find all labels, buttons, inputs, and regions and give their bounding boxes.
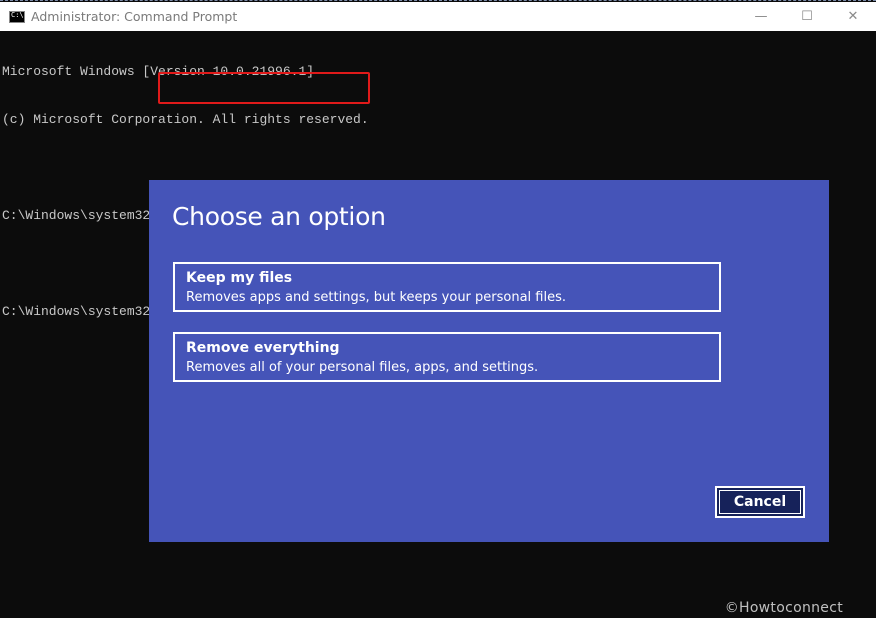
option-remove-everything[interactable]: Remove everything Removes all of your pe…: [173, 332, 721, 382]
option-title: Remove everything: [186, 340, 340, 356]
option-description: Removes all of your personal files, apps…: [186, 360, 539, 375]
cancel-button-label: Cancel: [733, 494, 787, 510]
reset-dialog: Choose an option Keep my files Removes a…: [149, 180, 829, 542]
command-prompt-icon: [9, 10, 25, 23]
console-line: (c) Microsoft Corporation. All rights re…: [2, 112, 369, 127]
option-description: Removes apps and settings, but keeps you…: [186, 290, 567, 305]
dialog-title: Choose an option: [172, 202, 386, 231]
cancel-button[interactable]: Cancel: [715, 486, 805, 518]
close-button[interactable]: ✕: [830, 2, 876, 31]
command-prompt-window: Administrator: Command Prompt — ☐ ✕ Micr…: [0, 0, 876, 618]
watermark: ©Howtoconnect: [724, 600, 843, 616]
option-title: Keep my files: [186, 270, 293, 286]
window-controls: — ☐ ✕: [738, 2, 876, 31]
window-title: Administrator: Command Prompt: [31, 9, 238, 24]
command-highlight-box: [158, 72, 370, 104]
title-bar[interactable]: Administrator: Command Prompt — ☐ ✕: [0, 2, 876, 31]
maximize-button[interactable]: ☐: [784, 2, 830, 31]
option-keep-my-files[interactable]: Keep my files Removes apps and settings,…: [173, 262, 721, 312]
minimize-button[interactable]: —: [738, 2, 784, 31]
